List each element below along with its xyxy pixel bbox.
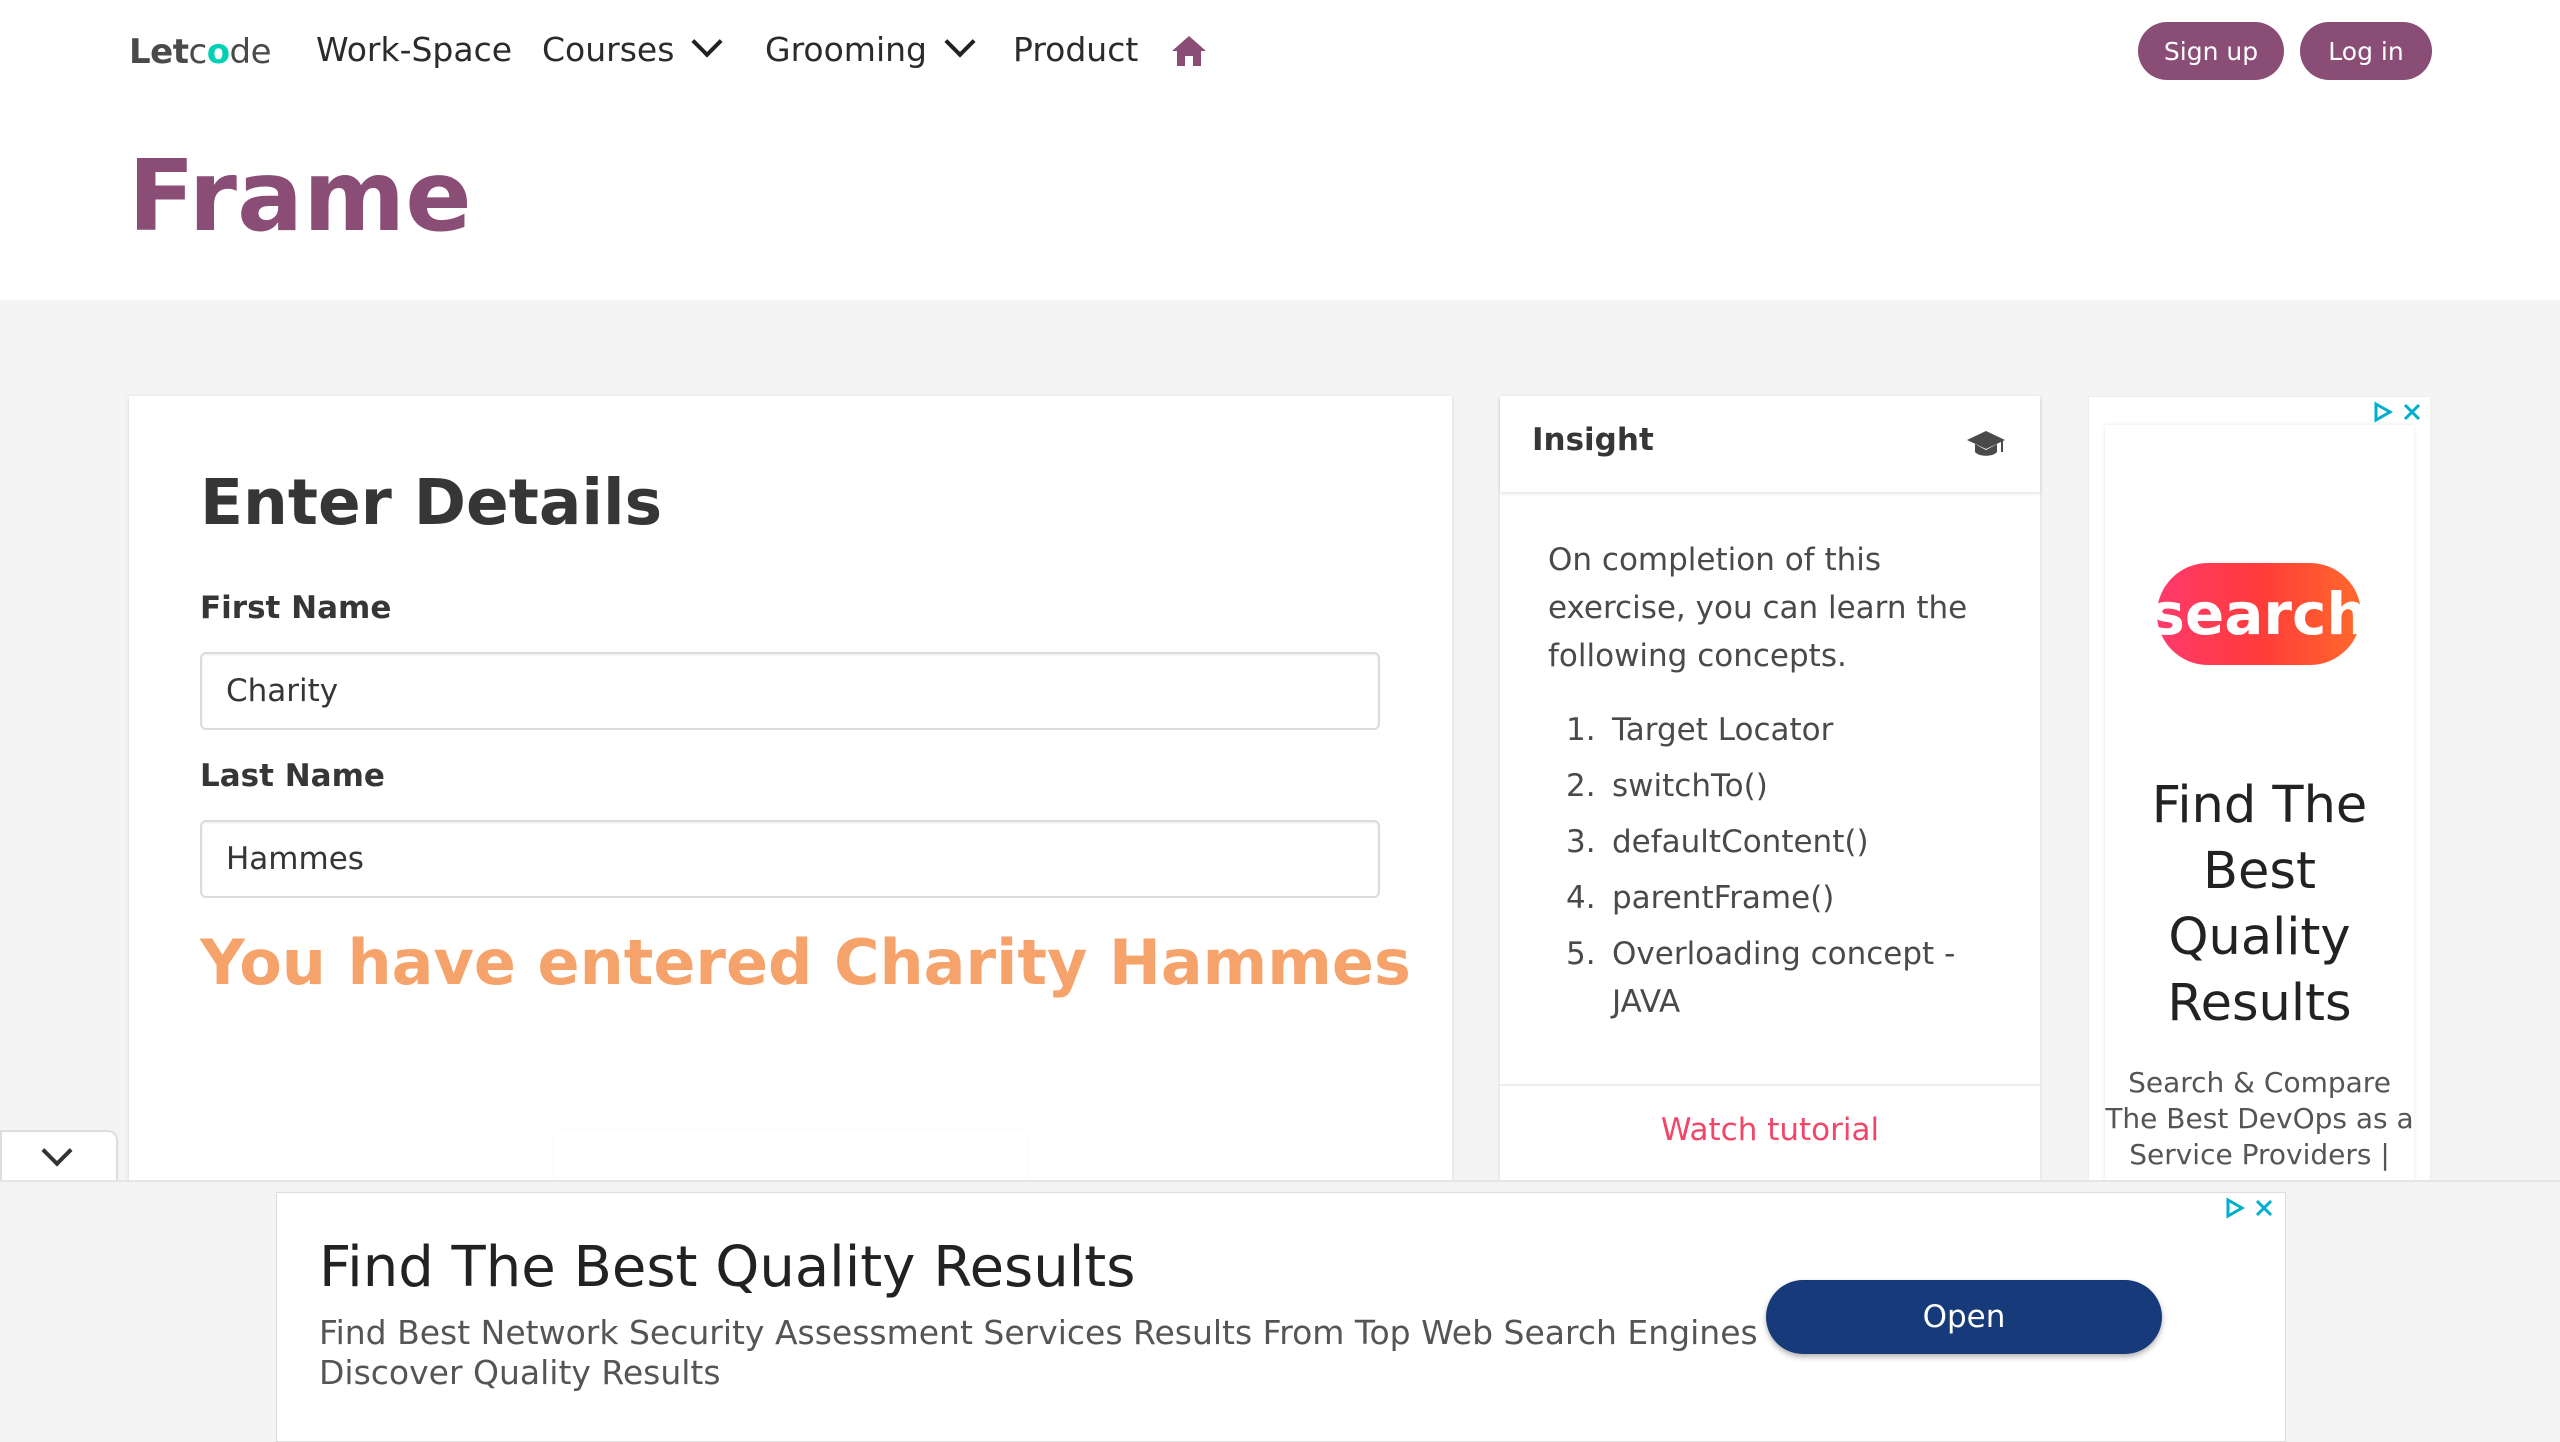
insight-header: Insight: [1500, 396, 2040, 492]
home-icon[interactable]: [1170, 34, 1208, 68]
list-item: 2. switchTo(): [1548, 762, 1988, 810]
side-ad-subtext: Search & Compare The Best DevOps as a Se…: [2105, 1066, 2414, 1171]
insight-card: Insight On completion of this exercise, …: [1500, 396, 2040, 1180]
page-title: Frame: [128, 140, 472, 254]
first-name-field[interactable]: [200, 652, 1380, 730]
search-logo: search: [2150, 563, 2368, 665]
nav-item-label: Product: [1013, 30, 1139, 69]
list-text: parentFrame(): [1612, 880, 1835, 916]
list-item: 3. defaultContent(): [1548, 818, 1988, 866]
list-number: 1.: [1566, 712, 1596, 748]
graduation-cap-icon: [1967, 431, 2005, 456]
insight-footer: Watch tutorial: [1500, 1084, 2040, 1182]
nav-item-label: Courses: [542, 30, 675, 69]
logo-text-let: Let: [129, 32, 189, 72]
collapse-ad-tab[interactable]: [0, 1130, 118, 1182]
list-text: switchTo(): [1612, 768, 1768, 804]
enter-details-card: Enter Details First Name Last Name You h…: [129, 396, 1452, 1196]
insight-intro: On completion of this exercise, you can …: [1548, 542, 1968, 674]
adchoices-icon[interactable]: [2223, 1197, 2245, 1219]
nav-item-label: Work-Space: [316, 30, 513, 69]
logo-text-c: c: [188, 32, 207, 72]
list-number: 5.: [1566, 936, 1596, 972]
open-button[interactable]: Open: [1766, 1280, 2162, 1354]
first-name-label: First Name: [200, 590, 392, 626]
header-area: Letcode Work-Space Courses Grooming Prod…: [0, 0, 2560, 300]
insight-title: Insight: [1532, 422, 1654, 458]
close-icon[interactable]: [2401, 401, 2423, 423]
side-advertisement[interactable]: search Find The Best Quality Results Sea…: [2088, 396, 2431, 1185]
adchoices-icon[interactable]: [2371, 401, 2393, 423]
list-item: 4. parentFrame(): [1548, 874, 1988, 922]
close-icon[interactable]: [2253, 1197, 2275, 1219]
bottom-ad-description: Find Best Network Security Assessment Se…: [319, 1313, 1758, 1392]
logo-text-de: de: [229, 32, 272, 72]
watch-tutorial-link[interactable]: Watch tutorial: [1500, 1112, 2040, 1148]
list-number: 4.: [1566, 880, 1596, 916]
form-heading: Enter Details: [200, 466, 663, 539]
nav-item-product[interactable]: Product: [1013, 30, 1138, 69]
chevron-down-icon: [944, 26, 976, 58]
list-number: 2.: [1566, 768, 1596, 804]
list-item: 5. Overloading concept - JAVA: [1548, 930, 1988, 1026]
login-button[interactable]: Log in: [2300, 22, 2432, 80]
last-name-label: Last Name: [200, 758, 385, 794]
nav-item-workspace[interactable]: Work-Space: [316, 30, 512, 69]
list-item: 1. Target Locator: [1548, 706, 1988, 754]
nav-item-courses[interactable]: Courses: [542, 26, 723, 69]
nav-item-label: Grooming: [765, 30, 927, 69]
list-text: defaultContent(): [1612, 824, 1869, 860]
signup-button[interactable]: Sign up: [2138, 22, 2284, 80]
hidden-panel: [553, 1130, 1027, 1180]
navbar: Letcode Work-Space Courses Grooming Prod…: [0, 0, 2560, 104]
result-text: You have entered Charity Hammes: [200, 926, 1411, 999]
bottom-ad-headline: Find The Best Quality Results: [319, 1235, 1136, 1300]
list-text: Target Locator: [1612, 712, 1834, 748]
concept-list: 1. Target Locator 2. switchTo() 3. defaultC…: [1548, 706, 1988, 1034]
chevron-down-icon: [691, 26, 723, 58]
letcode-logo[interactable]: Letcode: [129, 32, 272, 72]
nav-item-grooming[interactable]: Grooming: [765, 26, 976, 69]
last-name-field[interactable]: [200, 820, 1380, 898]
logo-text-o: o: [206, 32, 230, 72]
side-ad-headline: Find The Best Quality Results: [2151, 776, 2368, 1033]
list-text: Overloading concept - JAVA: [1612, 936, 1956, 1020]
side-ad-content: search Find The Best Quality Results Sea…: [2105, 425, 2414, 1185]
list-number: 3.: [1566, 824, 1596, 860]
chevron-down-icon: [41, 1135, 73, 1167]
bottom-advertisement[interactable]: Find The Best Quality Results Find Best …: [276, 1192, 2286, 1442]
